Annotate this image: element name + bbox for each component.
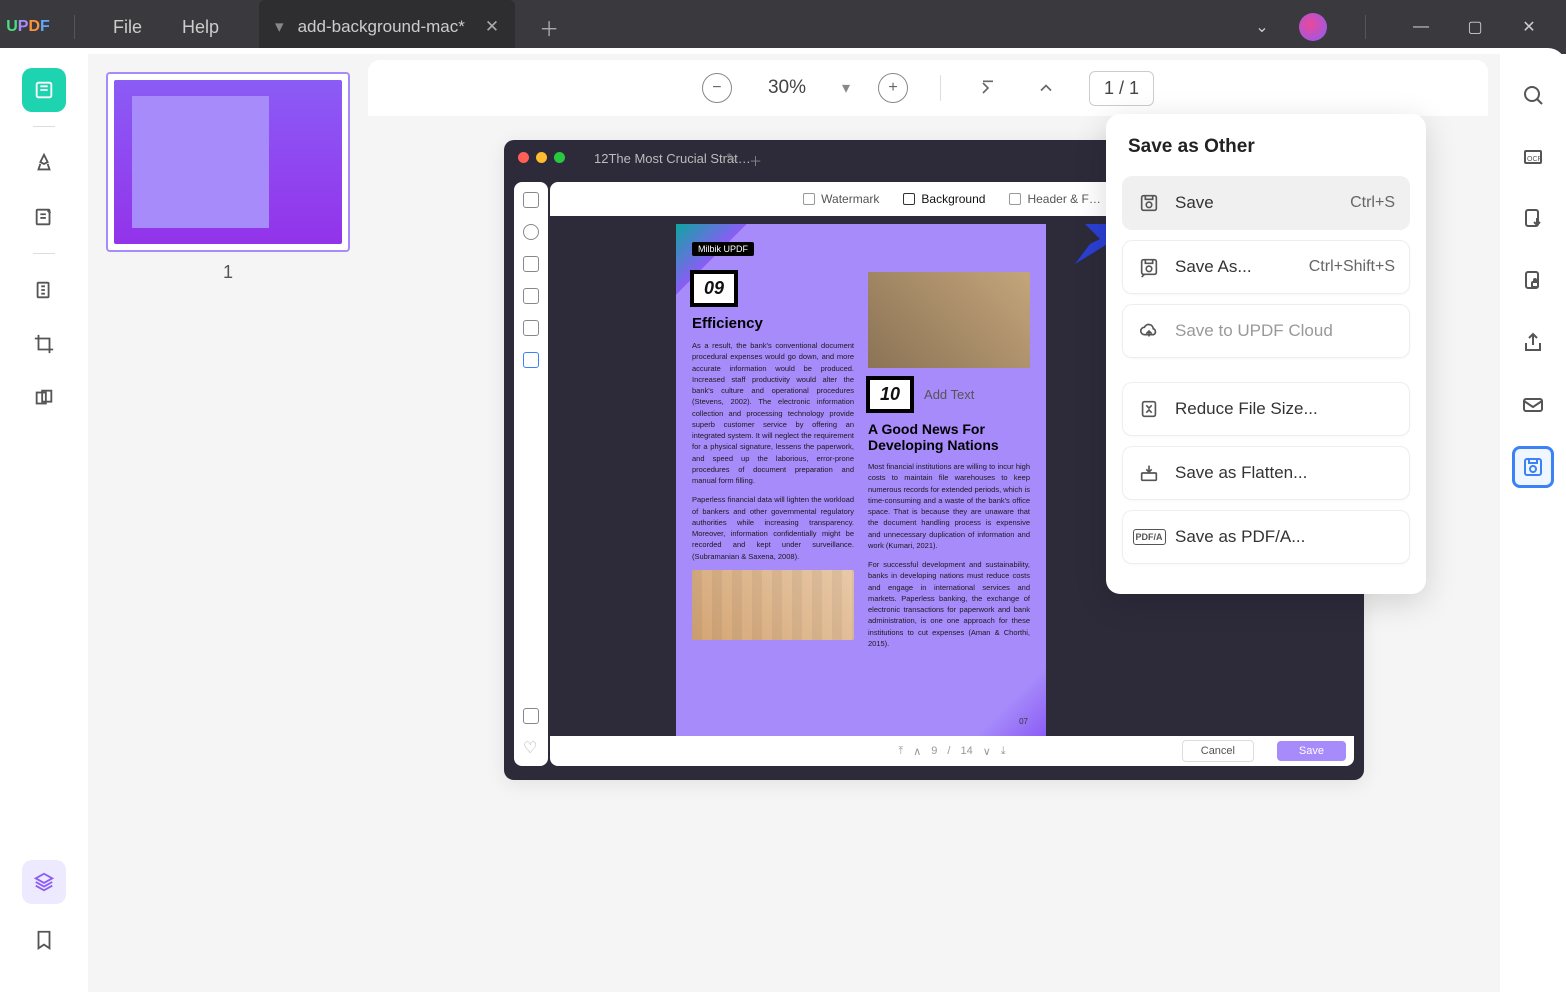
email-icon[interactable] xyxy=(1512,384,1554,426)
save-option[interactable]: SaveCtrl+S xyxy=(1122,176,1410,230)
new-tab-button[interactable]: ＋ xyxy=(539,13,559,42)
body-text: For successful development and sustainab… xyxy=(868,559,1030,649)
prev-page-icon[interactable] xyxy=(1031,73,1061,103)
compare-button[interactable] xyxy=(22,376,66,420)
body-text: Most financial institutions are willing … xyxy=(868,461,1030,551)
search-icon[interactable] xyxy=(1512,74,1554,116)
chevron-down-icon: ▾ xyxy=(275,17,284,37)
body-text: As a result, the bank's conventional doc… xyxy=(692,340,854,486)
crop-button[interactable] xyxy=(22,322,66,366)
page-nav[interactable]: ⤒∧ 9 / 14 ∨⤓ xyxy=(898,745,1005,758)
tab-title: add-background-mac* xyxy=(298,17,465,37)
save-as-option[interactable]: Save As...Ctrl+Shift+S xyxy=(1122,240,1410,294)
tab-background[interactable]: Background xyxy=(903,192,985,206)
compress-icon xyxy=(1137,397,1161,421)
zoom-in-button[interactable]: + xyxy=(878,73,908,103)
highlight-button[interactable] xyxy=(22,141,66,185)
cloud-icon xyxy=(1137,319,1161,343)
section-number: 10 xyxy=(868,378,912,411)
save-other-icon[interactable] xyxy=(1512,446,1554,488)
divider xyxy=(1365,15,1366,39)
left-rail xyxy=(0,54,88,992)
reader-mode-button[interactable] xyxy=(22,68,66,112)
chevron-down-icon[interactable]: ⌄ xyxy=(1245,10,1279,44)
page-brand: Milbik UPDF xyxy=(692,242,754,256)
divider xyxy=(74,15,75,39)
avatar[interactable] xyxy=(1299,13,1327,41)
add-text-placeholder[interactable]: Add Text xyxy=(924,387,974,402)
tab-watermark[interactable]: Watermark xyxy=(803,192,879,206)
panel-title: Save as Other xyxy=(1128,136,1410,158)
svg-text:OCR: OCR xyxy=(1527,156,1543,163)
bookmark-button[interactable] xyxy=(22,918,66,962)
share-icon[interactable] xyxy=(1512,322,1554,364)
zoom-dropdown[interactable]: ▾ xyxy=(842,78,850,98)
section-number: 09 xyxy=(692,272,736,305)
first-page-icon[interactable] xyxy=(973,73,1003,103)
page-organize-button[interactable] xyxy=(22,268,66,312)
plus-icon: ＋ xyxy=(749,151,762,170)
save-to-cloud-option[interactable]: Save to UPDF Cloud xyxy=(1122,304,1410,358)
heading-good-news: A Good News For Developing Nations xyxy=(868,421,1030,453)
photo xyxy=(692,570,854,640)
traffic-lights xyxy=(518,152,565,163)
convert-icon[interactable] xyxy=(1512,198,1554,240)
close-tab-icon[interactable]: ✕ xyxy=(485,17,499,37)
pdfa-icon: PDF/A xyxy=(1137,525,1161,549)
save-as-other-panel: Save as Other SaveCtrl+S Save As...Ctrl+… xyxy=(1106,114,1426,594)
maximize-icon[interactable]: ▢ xyxy=(1458,10,1492,44)
minimize-icon[interactable]: — xyxy=(1404,10,1438,44)
menu-file[interactable]: File xyxy=(93,17,162,38)
save-icon xyxy=(1137,191,1161,215)
edit-text-button[interactable] xyxy=(22,195,66,239)
page-input[interactable]: 1 / 1 xyxy=(1089,71,1154,106)
thumbnail-number: 1 xyxy=(106,262,350,283)
page-number: 07 xyxy=(1019,717,1028,726)
document-page: Milbik UPDF 09 Efficiency As a result, t… xyxy=(676,224,1046,736)
save-pdfa-option[interactable]: PDF/A Save as PDF/A... xyxy=(1122,510,1410,564)
zoom-value: 30% xyxy=(760,77,814,99)
thumbnail-panel: 1 xyxy=(88,54,368,992)
protect-icon[interactable] xyxy=(1512,260,1554,302)
inner-cancel-button[interactable]: Cancel xyxy=(1182,740,1254,762)
titlebar: UPDF File Help ▾ add-background-mac* ✕ ＋… xyxy=(0,0,1566,54)
inner-footer: ⤒∧ 9 / 14 ∨⤓ Cancel Save xyxy=(550,736,1354,766)
edit-icon: ✎ xyxy=(726,151,736,165)
body-text: Paperless financial data will lighten th… xyxy=(692,494,854,562)
heading-efficiency: Efficiency xyxy=(692,315,854,332)
top-toolbar: − 30% ▾ + 1 / 1 xyxy=(368,60,1488,116)
layers-button[interactable] xyxy=(22,860,66,904)
menu-help[interactable]: Help xyxy=(162,17,239,38)
inner-left-rail: ♡ xyxy=(514,182,548,766)
close-icon[interactable]: ✕ xyxy=(1512,10,1546,44)
app-logo: UPDF xyxy=(0,18,56,36)
right-rail: OCR xyxy=(1500,54,1566,992)
main-area: − 30% ▾ + 1 / 1 12The Most Crucial Strat… xyxy=(368,54,1500,992)
document-tab[interactable]: ▾ add-background-mac* ✕ xyxy=(259,0,515,54)
tab-header-footer[interactable]: Header & F… xyxy=(1009,192,1100,206)
page-thumbnail[interactable] xyxy=(106,72,350,252)
save-as-icon xyxy=(1137,255,1161,279)
zoom-out-button[interactable]: − xyxy=(702,73,732,103)
ocr-icon[interactable]: OCR xyxy=(1512,136,1554,178)
photo xyxy=(868,272,1030,368)
reduce-file-size-option[interactable]: Reduce File Size... xyxy=(1122,382,1410,436)
flatten-icon xyxy=(1137,461,1161,485)
save-flatten-option[interactable]: Save as Flatten... xyxy=(1122,446,1410,500)
inner-save-button[interactable]: Save xyxy=(1277,741,1346,761)
